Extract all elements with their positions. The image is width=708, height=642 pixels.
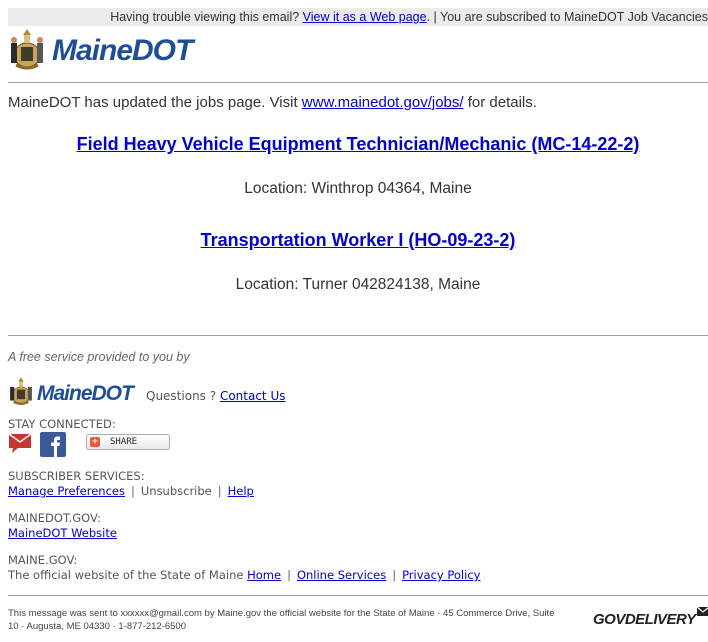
plus-icon: + — [90, 437, 100, 447]
unsubscribe-text[interactable]: Unsubscribe — [141, 484, 212, 498]
govdelivery-logo: GOVDELIVERY — [593, 605, 708, 628]
job-location: Location: Winthrop 04364, Maine — [244, 180, 472, 197]
mainedot-header-logo: MaineDOT — [8, 27, 193, 76]
job-listing-title: Transportation Worker I (HO-09-23-2) — [0, 230, 708, 251]
free-service-text: A free service provided to you by — [8, 350, 190, 364]
email-icon[interactable] — [8, 432, 32, 459]
maine-gov-links: The official website of the State of Mai… — [8, 568, 481, 582]
view-web-page-link[interactable]: View it as a Web page — [303, 10, 427, 24]
home-link[interactable]: Home — [247, 568, 281, 582]
share-button[interactable]: + SHARE — [86, 434, 170, 450]
privacy-policy-link[interactable]: Privacy Policy — [402, 568, 480, 582]
job-listing-title: Field Heavy Vehicle Equipment Technician… — [0, 134, 708, 155]
facebook-icon[interactable] — [40, 432, 66, 462]
job-link-mechanic[interactable]: Field Heavy Vehicle Equipment Technician… — [77, 134, 640, 154]
mainedot-gov-label: MAINEDOT.GOV: — [8, 511, 101, 525]
maine-seal-icon — [8, 27, 46, 76]
trouble-text: Having trouble viewing this email? — [110, 10, 300, 24]
intro-text: MaineDOT has updated the jobs page. Visi… — [8, 94, 537, 111]
content-divider — [8, 335, 708, 336]
mainedot-website-line: MaineDOT Website — [8, 526, 117, 540]
brand-name: MaineDOT — [52, 34, 193, 67]
job-location: Location: Turner 042824138, Maine — [235, 276, 481, 293]
help-link[interactable]: Help — [228, 484, 254, 498]
subscriber-services-label: SUBSCRIBER SERVICES: — [8, 469, 145, 483]
footer-logo: MaineDOT — [8, 376, 134, 411]
subscription-text: . | You are subscribed to MaineDOT Job V… — [426, 10, 708, 24]
top-notice-bar: Having trouble viewing this email? View … — [8, 8, 708, 26]
envelope-icon — [696, 605, 708, 623]
subscriber-links: Manage Preferences | Unsubscribe | Help — [8, 484, 254, 498]
legal-text: This message was sent to xxxxxx@gmail.co… — [8, 608, 555, 632]
job-link-transportation-worker[interactable]: Transportation Worker I (HO-09-23-2) — [201, 230, 516, 250]
stay-connected-label: STAY CONNECTED: — [8, 417, 116, 431]
contact-us-link[interactable]: Contact Us — [220, 389, 286, 403]
mainedot-website-link[interactable]: MaineDOT Website — [8, 526, 117, 540]
manage-preferences-link[interactable]: Manage Preferences — [8, 484, 125, 498]
legal-divider — [8, 595, 708, 596]
maine-seal-icon — [8, 376, 34, 411]
jobs-page-link[interactable]: www.mainedot.gov/jobs/ — [302, 94, 464, 111]
questions-line: Questions ? Contact Us — [146, 389, 286, 403]
govdelivery-wordmark: GOVDELIVERY — [593, 611, 696, 628]
online-services-link[interactable]: Online Services — [297, 568, 386, 582]
header-divider — [8, 82, 708, 83]
footer-brand-name: MaineDOT — [37, 381, 134, 405]
maine-gov-label: MAINE.GOV: — [8, 553, 78, 567]
